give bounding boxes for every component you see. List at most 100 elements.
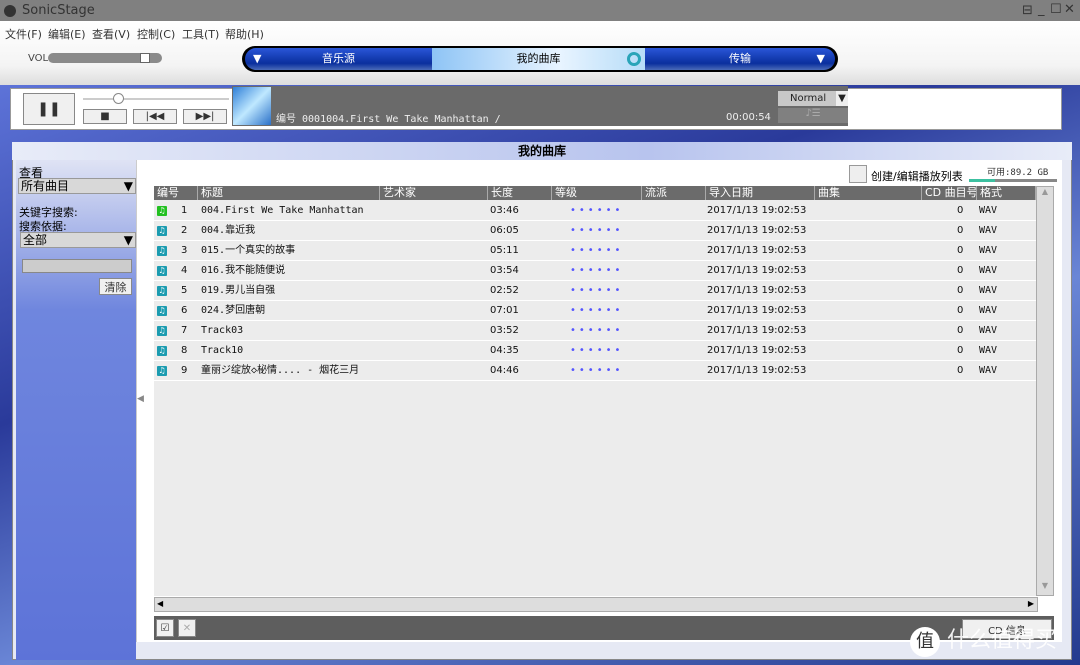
cd-track-number: 0 (957, 265, 964, 276)
menu-view[interactable]: 查看(V) (92, 26, 130, 42)
previous-button[interactable]: |◀◀ (133, 109, 177, 124)
check-all-button[interactable]: ☑ (156, 619, 174, 637)
vertical-scrollbar[interactable]: ▲ ▼ (1036, 186, 1054, 596)
track-format: WAV (979, 265, 998, 276)
rating-dots[interactable]: •••••• (570, 281, 623, 301)
import-date: 2017/1/13 19:02:53 (707, 305, 807, 316)
table-row[interactable]: ♫ 2 004.靠近我 06:05 •••••• 2017/1/13 19:02… (154, 221, 1036, 241)
column-header[interactable]: 编号 (154, 186, 198, 200)
chevron-down-icon: ▼ (123, 179, 133, 193)
table-row[interactable]: ♫ 6 024.梦回唐朝 07:01 •••••• 2017/1/13 19:0… (154, 301, 1036, 321)
rating-dots[interactable]: •••••• (570, 321, 623, 341)
track-number: 5 (181, 285, 188, 296)
import-date: 2017/1/13 19:02:53 (707, 285, 807, 296)
track-title: 童丽ジ绽放◇柲情.... - 烟花三月 (201, 365, 360, 376)
track-length: 03:54 (490, 265, 519, 276)
rating-dots[interactable]: •••••• (570, 361, 623, 381)
app-logo-icon (4, 5, 16, 17)
create-playlist-label[interactable]: 创建/编辑播放列表 (871, 168, 963, 184)
chevron-down-icon: ▼ (253, 52, 262, 65)
column-header[interactable]: 格式 (977, 186, 1036, 200)
column-header[interactable]: CD 曲目号 (922, 186, 977, 200)
column-header[interactable]: 等级 (552, 186, 642, 200)
mini-mode-icon[interactable]: ⊟ (1022, 3, 1033, 18)
app-title: SonicStage (22, 3, 95, 18)
table-row[interactable]: ♫ 9 童丽ジ绽放◇柲情.... - 烟花三月 04:46 •••••• 201… (154, 361, 1036, 381)
uncheck-all-button[interactable]: ✕ (178, 619, 196, 637)
track-title: 004.靠近我 (201, 225, 256, 236)
track-length: 05:11 (490, 245, 519, 256)
horizontal-scrollbar[interactable]: ◀ ▶ (154, 597, 1038, 612)
track-format: WAV (979, 225, 998, 236)
table-row[interactable]: ♫ 1 004.First We Take Manhattan 03:46 ••… (154, 201, 1036, 221)
play-mode-select[interactable]: Normal ▼ (778, 91, 848, 106)
music-note-icon: ♫ (157, 266, 167, 276)
scroll-right-icon[interactable]: ▶ (1028, 599, 1034, 608)
table-row[interactable]: ♫ 3 015.一个真实的故事 05:11 •••••• 2017/1/13 1… (154, 241, 1036, 261)
rating-dots[interactable]: •••••• (570, 341, 623, 361)
watermark-text: 什么值得买 (947, 628, 1058, 653)
rating-dots[interactable]: •••••• (570, 241, 623, 261)
search-input[interactable] (22, 259, 132, 273)
rating-dots[interactable]: •••••• (570, 221, 623, 241)
view-select[interactable]: 所有曲目 ▼ (18, 178, 136, 194)
nav-bar: ▼ 音乐源 我的曲库 传输 ▼ (242, 46, 838, 72)
pause-button[interactable]: ❚❚ (23, 93, 75, 125)
track-length: 03:52 (490, 325, 519, 336)
volume-slider[interactable] (48, 53, 162, 63)
column-header[interactable]: 导入日期 (706, 186, 815, 200)
maximize-button[interactable]: ☐ (1050, 2, 1062, 17)
playlist-checkbox[interactable] (849, 165, 867, 183)
import-date: 2017/1/13 19:02:53 (707, 245, 807, 256)
watermark-logo-icon: 值 (910, 627, 940, 657)
rating-dots[interactable]: •••••• (570, 261, 623, 281)
track-title: Track10 (201, 345, 244, 356)
music-note-icon: ♫ (157, 346, 167, 356)
scroll-left-icon[interactable]: ◀ (157, 599, 163, 608)
music-note-icon: ♫ (157, 286, 167, 296)
volume-handle[interactable] (140, 53, 150, 63)
track-format: WAV (979, 245, 998, 256)
storage-bar-fill (969, 179, 996, 182)
menu-file[interactable]: 文件(F) (5, 26, 42, 42)
menu-control[interactable]: 控制(C) (137, 26, 175, 42)
track-title: 019.男儿当自强 (201, 285, 276, 296)
minimize-button[interactable]: _ (1038, 2, 1045, 17)
lyrics-button[interactable]: ♪☰ (778, 108, 848, 123)
menu-tools[interactable]: 工具(T) (182, 26, 219, 42)
column-header[interactable]: 标题 (198, 186, 380, 200)
track-title: Track03 (201, 325, 244, 336)
close-button[interactable]: ✕ (1064, 2, 1075, 17)
storage-bar (969, 179, 1057, 182)
track-number: 6 (181, 305, 188, 316)
rating-dots[interactable]: •••••• (570, 201, 623, 221)
menu-help[interactable]: 帮助(H) (225, 26, 264, 42)
table-row[interactable]: ♫ 7 Track03 03:52 •••••• 2017/1/13 19:02… (154, 321, 1036, 341)
title-bar: SonicStage ⊟ _ ☐ ✕ (0, 0, 1080, 21)
next-button[interactable]: ▶▶| (183, 109, 227, 124)
tab-transfer[interactable]: 传输 ▼ (645, 48, 835, 70)
seek-handle[interactable] (113, 93, 124, 104)
scroll-down-icon[interactable]: ▼ (1037, 581, 1053, 595)
tab-my-library[interactable]: 我的曲库 (432, 48, 645, 70)
rating-dots[interactable]: •••••• (570, 301, 623, 321)
collapse-sidebar-icon[interactable]: ◀ (137, 394, 144, 404)
search-by-select[interactable]: 全部 ▼ (20, 232, 136, 248)
clear-button[interactable]: 清除 (99, 278, 132, 295)
active-indicator-icon (627, 52, 641, 66)
column-header[interactable]: 曲集 (815, 186, 922, 200)
column-header[interactable]: 艺术家 (380, 186, 488, 200)
column-header[interactable]: 长度 (488, 186, 552, 200)
table-row[interactable]: ♫ 5 019.男儿当自强 02:52 •••••• 2017/1/13 19:… (154, 281, 1036, 301)
import-date: 2017/1/13 19:02:53 (707, 325, 807, 336)
table-row[interactable]: ♫ 4 016.我不能随便说 03:54 •••••• 2017/1/13 19… (154, 261, 1036, 281)
stop-button[interactable]: ■ (83, 109, 127, 124)
tab-source[interactable]: ▼ 音乐源 (245, 48, 432, 70)
scroll-up-icon[interactable]: ▲ (1037, 187, 1053, 201)
menu-edit[interactable]: 编辑(E) (48, 26, 86, 42)
track-title: 024.梦回唐朝 (201, 305, 266, 316)
seek-bar[interactable] (83, 93, 229, 104)
now-playing-panel: 编号 0001004.First We Take Manhattan / 00:… (232, 86, 848, 126)
column-header[interactable]: 流派 (642, 186, 706, 200)
table-row[interactable]: ♫ 8 Track10 04:35 •••••• 2017/1/13 19:02… (154, 341, 1036, 361)
